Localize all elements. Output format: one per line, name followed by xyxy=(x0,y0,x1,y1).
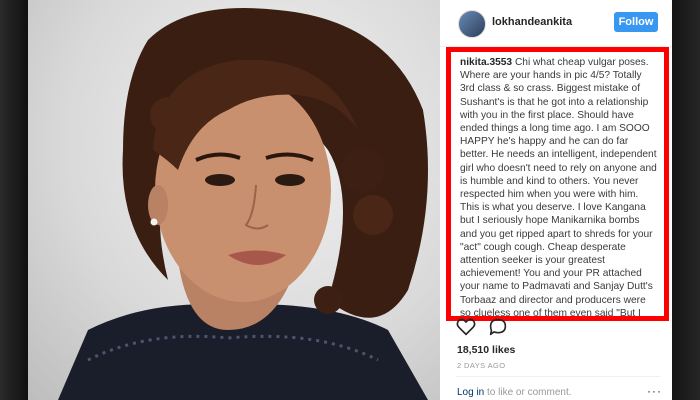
post-photo xyxy=(28,0,440,400)
background-right xyxy=(672,0,700,400)
portrait-illustration xyxy=(58,8,428,400)
post-time: 2 DAYS AGO xyxy=(457,361,506,370)
background-left xyxy=(0,0,28,400)
login-link[interactable]: Log in xyxy=(457,387,484,398)
comment-body: Chi what cheap vulgar poses. Where are y… xyxy=(460,57,657,319)
comment-icon[interactable] xyxy=(488,318,508,336)
login-prompt-text: to like or comment. xyxy=(484,387,572,398)
heart-icon[interactable] xyxy=(456,318,476,336)
more-options-icon[interactable]: ··· xyxy=(647,384,662,398)
post-header: lokhandeankita Follow xyxy=(440,0,672,47)
username[interactable]: lokhandeankita xyxy=(492,16,572,28)
avatar[interactable] xyxy=(458,10,486,38)
comment-username[interactable]: nikita.3553 xyxy=(460,57,512,68)
post-panel: lokhandeankita Follow nikita.3553 Chi wh… xyxy=(440,0,672,400)
comment-text: nikita.3553 Chi what cheap vulgar poses.… xyxy=(451,52,664,319)
divider xyxy=(456,376,660,377)
login-prompt: Log in to like or comment. xyxy=(457,387,572,398)
post-actions xyxy=(456,318,520,340)
likes-count: 18,510 likes xyxy=(457,344,516,356)
follow-button[interactable]: Follow xyxy=(614,12,658,32)
highlighted-comment: nikita.3553 Chi what cheap vulgar poses.… xyxy=(446,47,669,321)
